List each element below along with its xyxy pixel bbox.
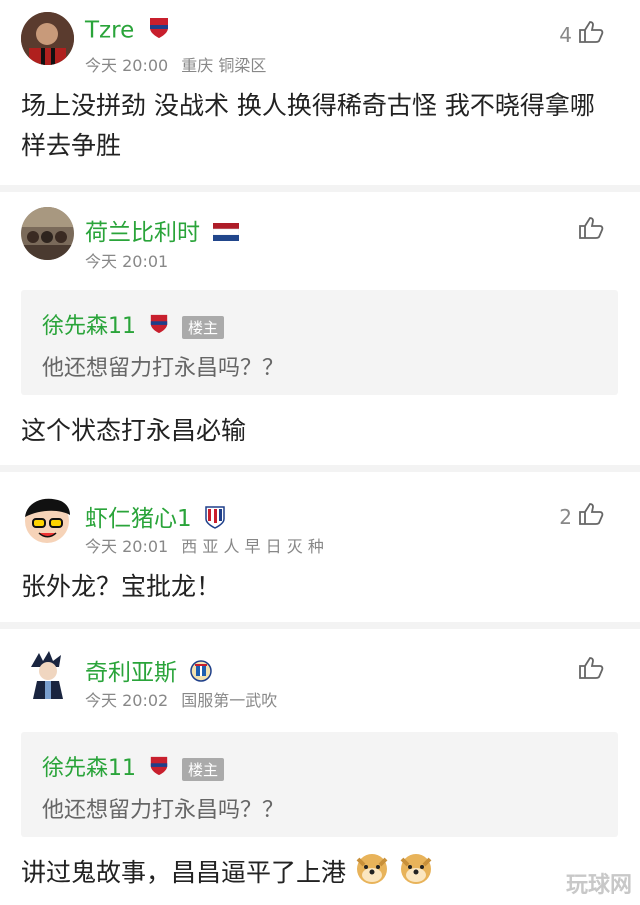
club-badge-icon (190, 659, 213, 688)
like-count: 4 (559, 22, 572, 47)
comment-4: 奇利亚斯 今天 20:02 国服第一武吹 徐先森11 楼主 他还想留力打永昌吗？… (0, 629, 640, 905)
club-badge-icon (205, 505, 225, 535)
like-count: 2 (559, 504, 572, 529)
quoted-text: 他还想留力打永昌吗？？ (42, 356, 285, 381)
separator (0, 622, 640, 629)
username[interactable]: 虾仁猪心1 (85, 499, 225, 535)
comment-time: 今天 20:00 (85, 56, 169, 75)
comment-meta: 今天 20:01 (85, 248, 176, 272)
like-button[interactable]: 4 (559, 20, 604, 49)
thumbs-up-icon (578, 20, 604, 49)
comment-meta: 今天 20:02 国服第一武吹 (85, 687, 285, 711)
op-tag: 楼主 (182, 315, 225, 339)
username[interactable]: Tzre (85, 16, 170, 46)
avatar[interactable] (21, 207, 74, 260)
comment-text: 张外龙？宝批龙！ (21, 572, 222, 601)
op-tag: 楼主 (182, 757, 225, 781)
quoted-username: 徐先森11 楼主 (42, 750, 225, 783)
comment-text: 这个状态打永昌必输 (21, 416, 247, 445)
thumbs-up-icon (578, 502, 604, 531)
comment-time: 今天 20:01 (85, 537, 169, 556)
club-badge-icon (148, 16, 170, 46)
thumbs-up-icon (578, 216, 604, 245)
separator (0, 465, 640, 472)
like-button[interactable] (578, 216, 604, 245)
club-badge-icon (149, 313, 169, 341)
quoted-text: 他还想留力打永昌吗？？ (42, 798, 285, 823)
thumbs-up-icon (578, 656, 604, 685)
comment-2: 荷兰比利时 今天 20:01 徐先森11 楼主 他还想留力打永昌吗？？ 这个状态… (0, 192, 640, 465)
comment-text: 讲过鬼故事，昌昌逼平了上港 (21, 851, 616, 897)
doge-emoji-icon (398, 851, 434, 897)
comment-1: Tzre 今天 20:00 重庆 铜梁区 4 场上没拼劲 没战术 换人换得稀奇古… (0, 0, 640, 185)
doge-emoji-icon (354, 851, 390, 897)
username[interactable]: 荷兰比利时 (85, 213, 240, 247)
quoted-comment[interactable]: 徐先森11 楼主 他还想留力打永昌吗？？ (21, 290, 618, 395)
separator (0, 185, 640, 192)
comment-3: 虾仁猪心1 今天 20:01 西 亚 人 早 日 灭 种 2 张外龙？宝批龙！ (0, 472, 640, 622)
comment-text: 场上没拼劲 没战术 换人换得稀奇古怪 我不晓得拿哪样去争胜 (21, 91, 595, 160)
like-button[interactable]: 2 (559, 502, 604, 531)
avatar[interactable] (21, 493, 74, 546)
club-badge-icon (149, 755, 169, 783)
comment-meta: 今天 20:00 重庆 铜梁区 (85, 52, 274, 76)
comment-location: 重庆 铜梁区 (181, 56, 267, 75)
site-watermark: 玩球网 (565, 873, 632, 898)
comment-location: 西 亚 人 早 日 灭 种 (181, 537, 324, 556)
quoted-username: 徐先森11 楼主 (42, 308, 225, 341)
quoted-comment[interactable]: 徐先森11 楼主 他还想留力打永昌吗？？ (21, 732, 618, 837)
like-button[interactable] (578, 656, 604, 685)
avatar[interactable] (21, 647, 74, 700)
comment-meta: 今天 20:01 西 亚 人 早 日 灭 种 (85, 533, 332, 557)
avatar[interactable] (21, 12, 74, 65)
netherlands-flag-icon (213, 221, 240, 247)
comment-time: 今天 20:02 (85, 691, 169, 710)
username[interactable]: 奇利亚斯 (85, 653, 213, 688)
comment-time: 今天 20:01 (85, 252, 169, 271)
comment-location: 国服第一武吹 (181, 691, 278, 710)
